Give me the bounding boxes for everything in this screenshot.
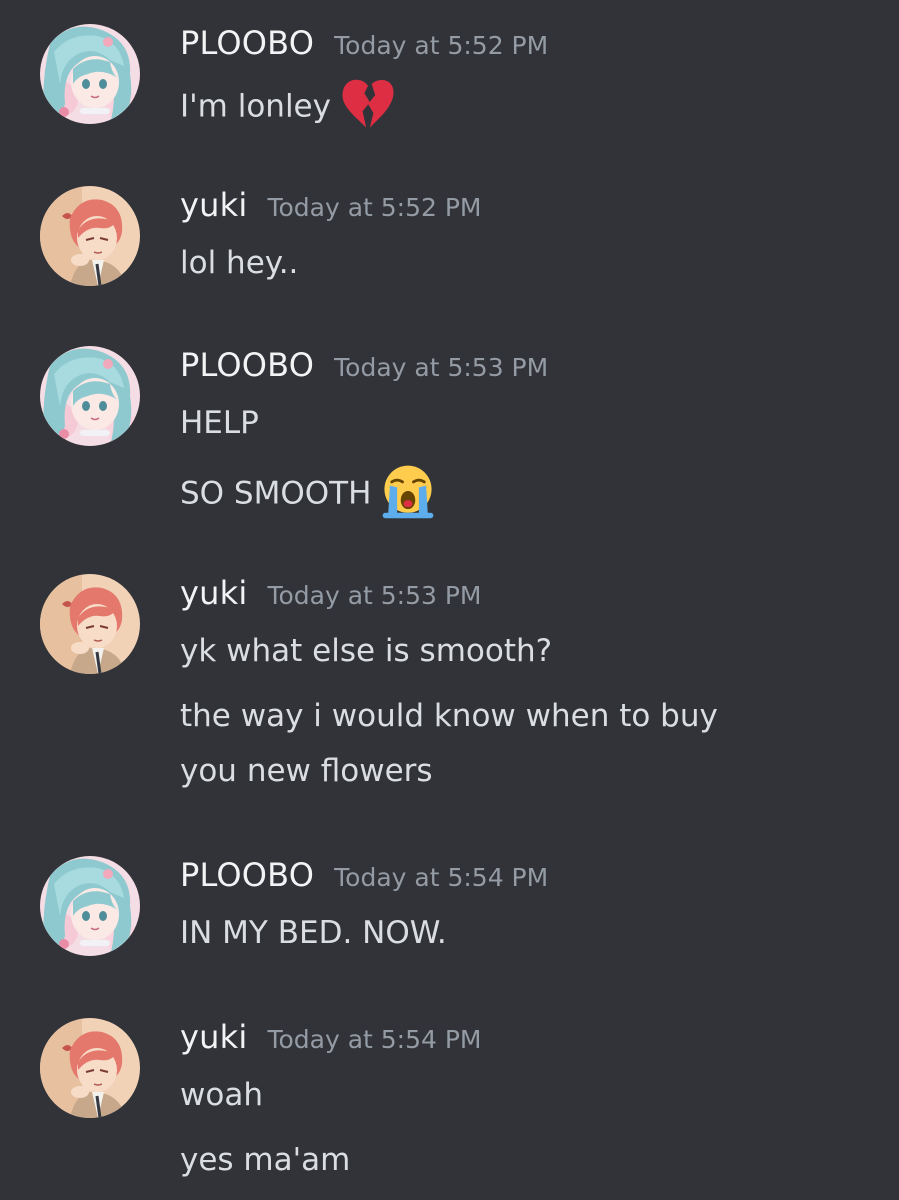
username[interactable]: PLOOBO	[180, 856, 314, 894]
username[interactable]: yuki	[180, 574, 247, 612]
ploobo-avatar[interactable]	[40, 24, 140, 124]
message-text: HELP	[180, 405, 259, 441]
timestamp[interactable]: Today at 5:53 PM	[267, 581, 481, 610]
timestamp[interactable]: Today at 5:52 PM	[334, 31, 548, 60]
ploobo-avatar[interactable]	[40, 856, 140, 956]
message-header: PLOOBO Today at 5:54 PM	[180, 856, 548, 900]
username[interactable]: yuki	[180, 1018, 247, 1056]
username[interactable]: PLOOBO	[180, 346, 314, 384]
message-text: yes ma'am	[180, 1142, 351, 1178]
yuki-avatar[interactable]	[40, 574, 140, 674]
message-header: yuki Today at 5:53 PM	[180, 574, 482, 618]
timestamp[interactable]: Today at 5:54 PM	[267, 1025, 481, 1054]
timestamp[interactable]: Today at 5:53 PM	[334, 353, 548, 382]
message-text: you new flowers	[180, 753, 433, 789]
message-header: yuki Today at 5:54 PM	[180, 1018, 482, 1062]
loudly-crying-face-icon	[379, 462, 437, 520]
yuki-avatar[interactable]	[40, 186, 140, 286]
message-text: I'm lonley	[180, 79, 397, 137]
yuki-avatar[interactable]	[40, 1018, 140, 1118]
message-text: SO SMOOTH	[180, 466, 437, 524]
message-text: the way i would know when to buy	[180, 698, 718, 734]
message-text: lol hey..	[180, 245, 299, 281]
message-text: IN MY BED. NOW.	[180, 915, 447, 951]
message-text: woah	[180, 1077, 263, 1113]
ploobo-avatar[interactable]	[40, 346, 140, 446]
broken-heart-icon	[339, 75, 397, 133]
message-header: yuki Today at 5:52 PM	[180, 186, 482, 230]
timestamp[interactable]: Today at 5:54 PM	[334, 863, 548, 892]
timestamp[interactable]: Today at 5:52 PM	[267, 193, 481, 222]
chat-messages: PLOOBO Today at 5:52 PM I'm lonley yuki …	[0, 0, 899, 1200]
message-header: PLOOBO Today at 5:53 PM	[180, 346, 548, 390]
username[interactable]: yuki	[180, 186, 247, 224]
message-header: PLOOBO Today at 5:52 PM	[180, 24, 548, 68]
message-text: yk what else is smooth?	[180, 633, 553, 669]
username[interactable]: PLOOBO	[180, 24, 314, 62]
